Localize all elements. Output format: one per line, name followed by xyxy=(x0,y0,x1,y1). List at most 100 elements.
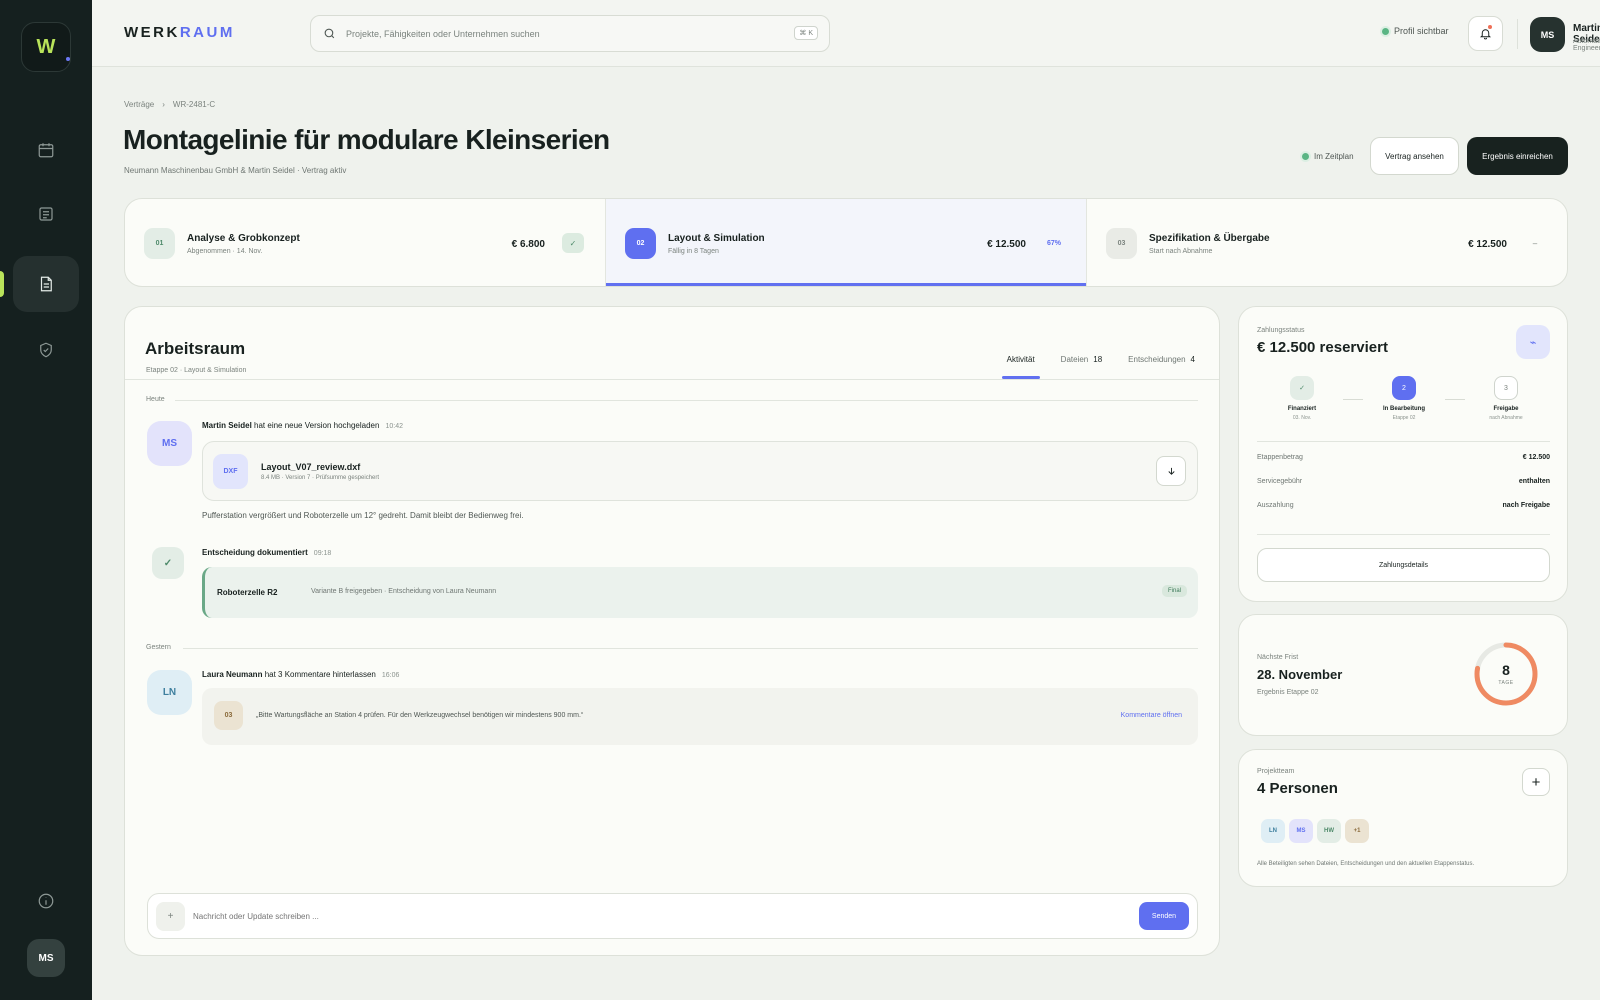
payment-details-button[interactable]: Zahlungsdetails xyxy=(1257,548,1550,582)
brand-wordmark[interactable]: WERKRAUM xyxy=(124,24,235,41)
logo-letter: W xyxy=(36,35,56,58)
send-button[interactable]: Senden xyxy=(1139,902,1189,930)
notifications-button[interactable] xyxy=(1468,16,1503,51)
divider xyxy=(1257,441,1550,442)
workspace-divider xyxy=(125,379,1219,380)
activity-title: Entscheidung dokumentiert xyxy=(202,548,308,557)
submit-result-button[interactable]: Ergebnis einreichen xyxy=(1467,137,1568,175)
nav-documents[interactable] xyxy=(13,186,79,242)
stage-amount: € 12.500 xyxy=(987,239,1026,250)
deadline-date: 28. November xyxy=(1257,667,1343,682)
avatar-more[interactable]: +1 xyxy=(1343,817,1371,845)
avatar[interactable]: HW xyxy=(1315,817,1343,845)
deadline-sub: Ergebnis Etappe 02 xyxy=(1257,689,1319,696)
decision-card[interactable]: Roboterzelle R2 Variante B freigegeben ·… xyxy=(202,567,1198,618)
activity-comment-line: Laura Neumann hat 3 Kommentare hinterlas… xyxy=(202,670,399,679)
open-comments-link[interactable]: Kommentare öffnen xyxy=(1121,712,1182,719)
step-name: Freigabe xyxy=(1493,406,1519,412)
payment-step-3: 3 Freigabe nach Abnahme xyxy=(1461,376,1551,421)
activity-actor[interactable]: Martin Seidel xyxy=(202,421,252,430)
stage-amount: € 6.800 xyxy=(511,239,545,250)
attach-button[interactable]: + xyxy=(156,902,185,931)
tab-activity[interactable]: Aktivität xyxy=(1001,355,1040,379)
row-key: Servicegebühr xyxy=(1257,478,1303,485)
add-member-button[interactable]: + xyxy=(1522,768,1550,796)
logo-dot xyxy=(66,57,70,61)
payment-status-icon[interactable]: ⌁ xyxy=(1516,325,1550,359)
nav-calendar[interactable] xyxy=(13,122,79,178)
brand-part-2: RAUM xyxy=(179,24,235,41)
team-note: Alle Beteiligten sehen Dateien, Entschei… xyxy=(1257,861,1475,867)
nav-active-indicator xyxy=(0,271,4,297)
payment-status-panel: Zahlungsstatus € 12.500 reserviert ⌁ ✓ F… xyxy=(1238,306,1568,602)
activity-action: hat 3 Kommentare hinterlassen xyxy=(262,670,376,679)
stage-card-1[interactable]: 01 Analyse & Grobkonzept Abgenommen · 14… xyxy=(125,199,606,286)
activity-decision-line: Entscheidung dokumentiert 09:18 xyxy=(202,548,331,557)
divider xyxy=(1257,534,1550,535)
message-composer: + Senden xyxy=(147,893,1198,939)
user-avatar[interactable]: MS xyxy=(1530,17,1565,52)
avatar[interactable]: LN xyxy=(1259,817,1287,845)
schedule-status: Im Zeitplan xyxy=(1302,152,1354,161)
step-mark: ✓ xyxy=(1290,376,1314,400)
document-list-icon xyxy=(39,207,53,221)
tab-label: Aktivität xyxy=(1006,355,1035,364)
status-dot xyxy=(1382,27,1389,35)
activity-time: 16:06 xyxy=(381,672,400,679)
comment-count-badge: 03 xyxy=(214,701,243,730)
nav-contracts[interactable] xyxy=(13,256,79,312)
file-attachment-card[interactable]: DXF Layout_V07_review.dxf 8.4 MB · Versi… xyxy=(202,441,1198,501)
calendar-icon xyxy=(38,143,54,158)
tab-label: Entscheidungen xyxy=(1128,355,1186,364)
decision-title: Roboterzelle R2 xyxy=(217,588,278,597)
activity-time: 09:18 xyxy=(313,550,332,557)
row-key: Etappenbetrag xyxy=(1257,454,1303,461)
tab-files[interactable]: Dateien 18 xyxy=(1061,355,1102,375)
file-meta: 8.4 MB · Version 7 · Prüfsumme gespeiche… xyxy=(261,475,380,481)
step-name: Finanziert xyxy=(1287,406,1317,412)
avatar[interactable]: MS xyxy=(147,421,192,466)
stage-card-2[interactable]: 02 Layout & Simulation Fällig in 8 Tagen… xyxy=(606,199,1087,286)
payment-step-1: ✓ Finanziert 03. Nov. xyxy=(1257,376,1347,421)
tab-decisions[interactable]: Entscheidungen 4 xyxy=(1128,355,1195,375)
avatar[interactable]: MS xyxy=(1287,817,1315,845)
avatar[interactable]: LN xyxy=(147,670,192,715)
nav-security[interactable] xyxy=(13,322,79,378)
sidebar-user-avatar[interactable]: MS xyxy=(27,939,65,977)
activity-time: 10:42 xyxy=(385,423,403,430)
comment-card: 03 „Bitte Wartungsfläche an Station 4 pr… xyxy=(202,688,1198,745)
nav-info[interactable] xyxy=(13,873,79,929)
activity-action: hat eine neue Version hochgeladen xyxy=(251,421,380,430)
day-divider xyxy=(175,400,1198,401)
plus-icon: + xyxy=(1531,773,1541,791)
breadcrumb-parent[interactable]: Verträge xyxy=(124,100,154,109)
stage-pending-dash: – xyxy=(1532,238,1538,248)
message-input[interactable] xyxy=(193,912,1053,921)
activity-actor[interactable]: Laura Neumann xyxy=(202,670,262,679)
user-role: Automation Engineer xyxy=(1573,38,1600,52)
profile-visibility-status[interactable]: Profil sichtbar xyxy=(1382,26,1449,36)
check-icon: ✓ xyxy=(562,233,584,253)
shield-check-icon xyxy=(40,342,52,358)
app-logo[interactable]: W xyxy=(21,22,71,72)
status-badge: Final xyxy=(1161,585,1187,597)
view-contract-button[interactable]: Vertrag ansehen xyxy=(1370,137,1459,175)
tab-count: 18 xyxy=(1093,355,1103,364)
breadcrumb-current: WR-2481-C xyxy=(172,100,216,109)
row-value: enthalten xyxy=(1518,478,1550,485)
panel-label: Projektteam xyxy=(1257,768,1295,775)
step-mark: 2 xyxy=(1392,376,1416,400)
stage-card-3[interactable]: 03 Spezifikation & Übergabe Start nach A… xyxy=(1087,199,1567,286)
status-dot xyxy=(1302,153,1309,160)
breadcrumb: Verträge › WR-2481-C xyxy=(124,100,215,109)
header-divider xyxy=(1517,19,1518,49)
step-sub: 03. Nov. xyxy=(1292,415,1312,421)
workspace-subtitle: Etappe 02 · Layout & Simulation xyxy=(146,367,247,374)
activity-upload-line: Martin Seidel hat eine neue Version hoch… xyxy=(202,421,403,430)
search-bar[interactable]: Projekte, Fähigkeiten oder Unternehmen s… xyxy=(310,15,830,52)
sidebar: W MS xyxy=(0,0,92,1000)
download-button[interactable] xyxy=(1156,456,1186,486)
row-value: nach Freigabe xyxy=(1502,502,1550,509)
file-name[interactable]: Layout_V07_review.dxf xyxy=(261,462,360,472)
step-sub: Etappe 02 xyxy=(1392,415,1416,421)
